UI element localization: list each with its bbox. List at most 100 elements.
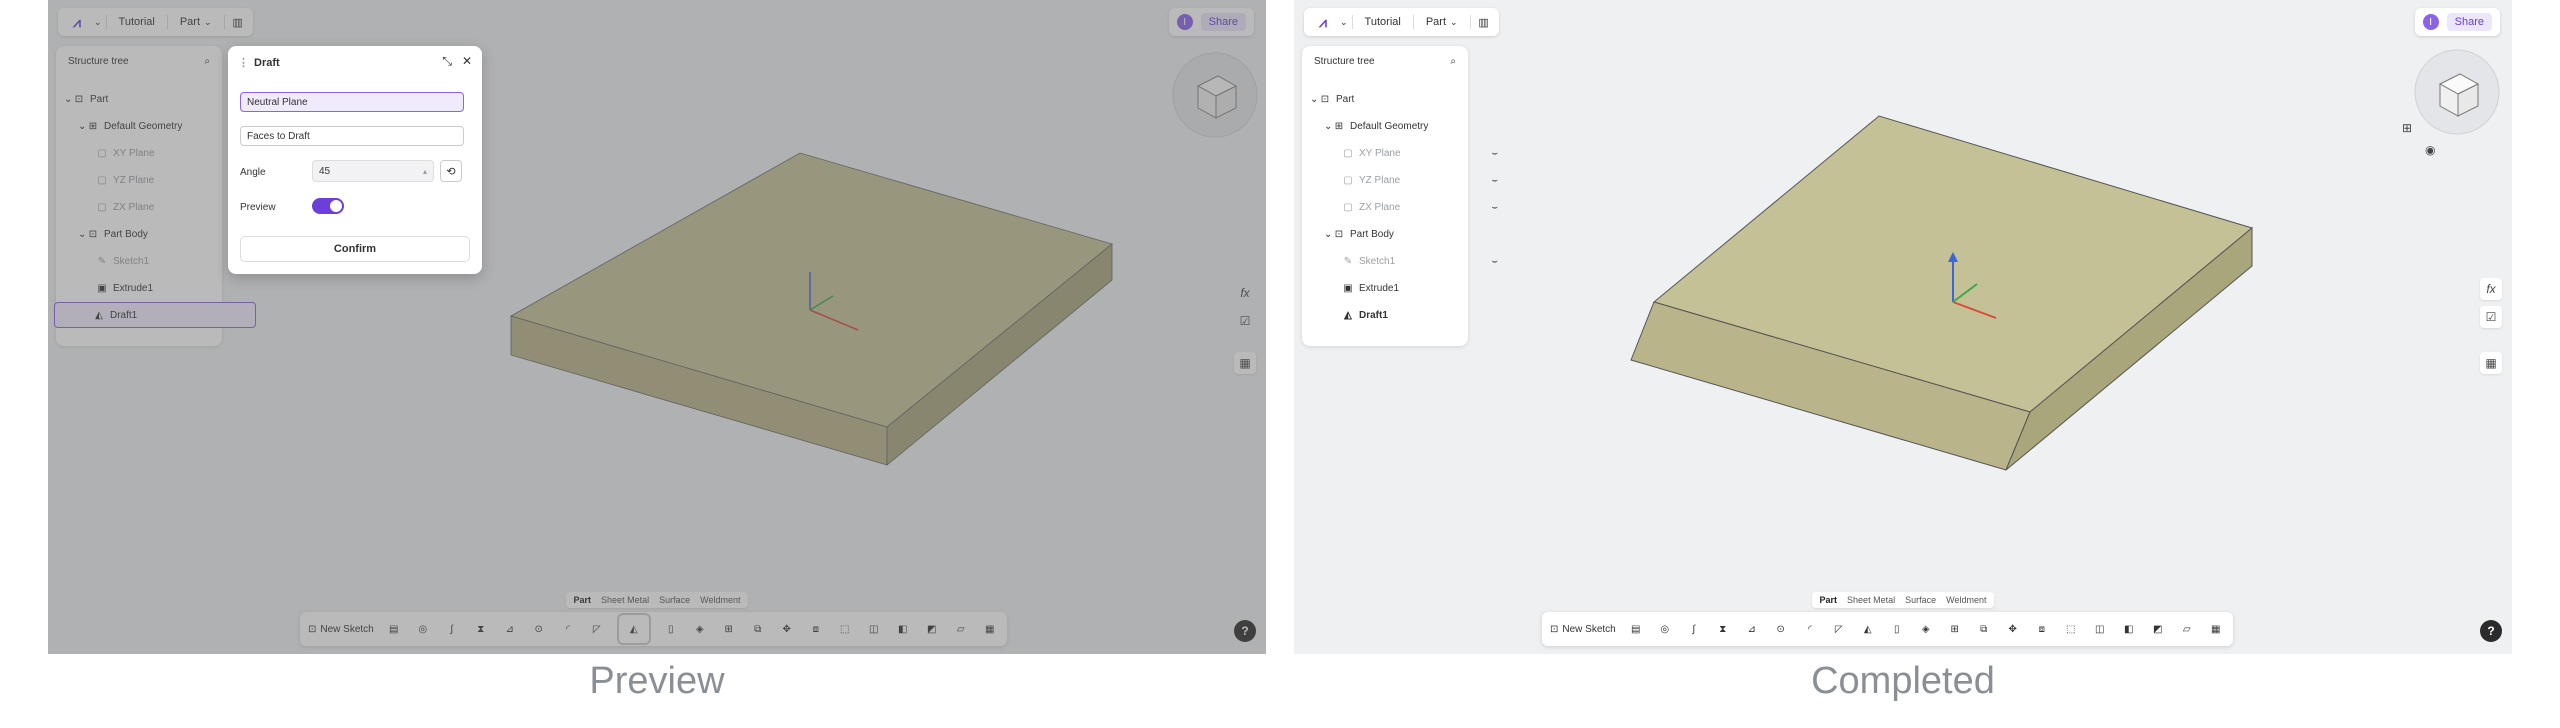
- tree-item-yz-plane[interactable]: ▢ YZ Plane ⌣: [1302, 169, 1508, 191]
- table-icon[interactable]: ▦: [981, 620, 999, 638]
- mode-dropdown[interactable]: Part ⌄: [172, 14, 220, 30]
- completed-viewport[interactable]: ⊞ ◉ ⩘ ⌄ Tutorial Part ⌄ ▥ I Share Structu…: [1294, 0, 2512, 654]
- move-icon[interactable]: ✥: [778, 620, 796, 638]
- drag-handle-icon[interactable]: ⋮: [238, 56, 249, 69]
- hole-icon[interactable]: ⊙: [1772, 620, 1790, 638]
- app-logo-icon[interactable]: ⩘: [64, 12, 90, 32]
- tree-item-part[interactable]: ⌄ ⊡ Part: [1302, 88, 1476, 110]
- panel-toggle-icon[interactable]: ▥: [229, 13, 247, 31]
- tab-weldment[interactable]: Weldment: [1942, 594, 1990, 606]
- angle-input[interactable]: 45 ▴: [312, 160, 434, 182]
- chamfer-icon[interactable]: ◸: [1830, 620, 1848, 638]
- view-cube[interactable]: [2414, 49, 2500, 135]
- section-icon[interactable]: ◧: [2120, 620, 2138, 638]
- tree-item-zx-plane[interactable]: ▢ ZX Plane ⌣: [1302, 196, 1508, 218]
- checklist-icon[interactable]: ☑: [2480, 306, 2502, 328]
- tab-sheet-metal[interactable]: Sheet Metal: [597, 594, 653, 606]
- extrude-icon[interactable]: ▤: [1627, 620, 1645, 638]
- stepper-icon[interactable]: ▴: [423, 167, 427, 176]
- tree-item-sketch1[interactable]: ✎ Sketch1 ⌣: [1302, 250, 1508, 272]
- close-icon[interactable]: ✕: [462, 54, 472, 69]
- faces-to-draft-field[interactable]: Faces to Draft: [240, 126, 464, 146]
- tree-item-part-body[interactable]: ⌄ ⊡ Part Body: [1302, 223, 1490, 245]
- extrude-icon[interactable]: ▤: [385, 620, 403, 638]
- hidden-eye-icon[interactable]: ⌣: [1491, 202, 1498, 213]
- hidden-eye-icon[interactable]: ⌣: [1491, 148, 1498, 159]
- pin-icon[interactable]: ⤡: [442, 54, 452, 69]
- tab-surface[interactable]: Surface: [1901, 594, 1940, 606]
- tree-item-draft1[interactable]: ◭ Draft1: [54, 302, 256, 328]
- chevron-down-icon[interactable]: ⌄: [78, 229, 87, 240]
- mirror-icon[interactable]: ⧉: [749, 620, 767, 638]
- preview-toggle[interactable]: [312, 198, 344, 214]
- share-button[interactable]: Share: [1200, 13, 1246, 31]
- tree-item-part[interactable]: ⌄ ⊡ Part: [56, 88, 230, 110]
- chevron-down-icon[interactable]: ⌄: [1340, 17, 1348, 28]
- avatar[interactable]: I: [2422, 14, 2439, 30]
- loft-icon[interactable]: ⧗: [472, 620, 490, 638]
- fillet-icon[interactable]: ◜: [559, 620, 577, 638]
- tab-weldment[interactable]: Weldment: [696, 594, 744, 606]
- tab-part[interactable]: Part: [1816, 594, 1842, 606]
- hidden-eye-icon[interactable]: ⌣: [1491, 175, 1498, 186]
- tab-surface[interactable]: Surface: [655, 594, 694, 606]
- variables-icon[interactable]: ▦: [2480, 352, 2502, 374]
- chevron-down-icon[interactable]: ⌄: [1324, 229, 1333, 240]
- reverse-direction-button[interactable]: ⟲: [440, 160, 462, 182]
- tab-part[interactable]: Part: [570, 594, 596, 606]
- hole-icon[interactable]: ⊙: [530, 620, 548, 638]
- chamfer-icon[interactable]: ◸: [588, 620, 606, 638]
- split-icon[interactable]: ⬚: [2062, 620, 2080, 638]
- thicken-icon[interactable]: ◈: [1917, 620, 1935, 638]
- measure-icon[interactable]: ◩: [923, 620, 941, 638]
- chevron-down-icon[interactable]: ⌄: [78, 121, 87, 132]
- section-icon[interactable]: ◧: [894, 620, 912, 638]
- neutral-plane-field[interactable]: Neutral Plane: [240, 92, 464, 112]
- model-canvas[interactable]: ⊞ ◉: [1294, 0, 2512, 654]
- rib-icon[interactable]: ⊿: [501, 620, 519, 638]
- formula-icon[interactable]: fx: [2480, 278, 2502, 300]
- help-button[interactable]: ?: [2480, 620, 2502, 642]
- render-mode-icon[interactable]: ◉: [2425, 143, 2435, 157]
- share-button[interactable]: Share: [2446, 13, 2492, 31]
- shell-icon[interactable]: ▯: [662, 620, 680, 638]
- thicken-icon[interactable]: ◈: [691, 620, 709, 638]
- tree-item-part-body[interactable]: ⌄ ⊡ Part Body: [56, 223, 244, 245]
- mirror-icon[interactable]: ⧉: [1975, 620, 1993, 638]
- split-icon[interactable]: ⬚: [836, 620, 854, 638]
- draft-icon[interactable]: ◭: [616, 613, 651, 645]
- avatar[interactable]: I: [1176, 14, 1193, 30]
- chevron-down-icon[interactable]: ⌄: [1324, 121, 1333, 132]
- pattern-icon[interactable]: ⊞: [720, 620, 738, 638]
- boolean-icon[interactable]: ⧈: [2033, 620, 2051, 638]
- app-logo-icon[interactable]: ⩘: [1310, 12, 1336, 32]
- hidden-eye-icon[interactable]: ⌣: [1491, 256, 1498, 267]
- table-icon[interactable]: ▦: [2207, 620, 2225, 638]
- plane-icon[interactable]: ▱: [952, 620, 970, 638]
- search-icon[interactable]: ⌕: [204, 56, 210, 67]
- panel-toggle-icon[interactable]: ▥: [1475, 13, 1493, 31]
- fillet-icon[interactable]: ◜: [1801, 620, 1819, 638]
- boolean-icon[interactable]: ⧈: [807, 620, 825, 638]
- tree-item-xy-plane[interactable]: ▢ XY Plane ⌣: [1302, 142, 1508, 164]
- measure-icon[interactable]: ◩: [2149, 620, 2167, 638]
- revolve-icon[interactable]: ◎: [1656, 620, 1674, 638]
- chevron-down-icon[interactable]: ⌄: [94, 17, 102, 28]
- search-icon[interactable]: ⌕: [1450, 56, 1456, 67]
- fit-view-icon[interactable]: ⊞: [2402, 121, 2412, 135]
- help-button[interactable]: ?: [1234, 620, 1256, 642]
- preview-viewport[interactable]: ⩘ ⌄ Tutorial Part ⌄ ▥ I Share Structure t…: [48, 0, 1266, 654]
- combine-icon[interactable]: ◫: [2091, 620, 2109, 638]
- tree-item-default-geometry[interactable]: ⌄ ⊞ Default Geometry: [1302, 115, 1490, 137]
- loft-icon[interactable]: ⧗: [1714, 620, 1732, 638]
- plane-icon[interactable]: ▱: [2178, 620, 2196, 638]
- view-cube[interactable]: [1172, 52, 1258, 138]
- rib-icon[interactable]: ⊿: [1743, 620, 1761, 638]
- shell-icon[interactable]: ▯: [1888, 620, 1906, 638]
- tree-item-extrude1[interactable]: ▣ Extrude1: [1302, 277, 1508, 299]
- tab-sheet-metal[interactable]: Sheet Metal: [1843, 594, 1899, 606]
- chevron-down-icon[interactable]: ⌄: [64, 94, 73, 105]
- mode-dropdown[interactable]: Part ⌄: [1418, 14, 1466, 30]
- tree-item-default-geometry[interactable]: ⌄ ⊞ Default Geometry: [56, 115, 244, 137]
- new-sketch-button[interactable]: ⊡ New Sketch: [1550, 624, 1616, 635]
